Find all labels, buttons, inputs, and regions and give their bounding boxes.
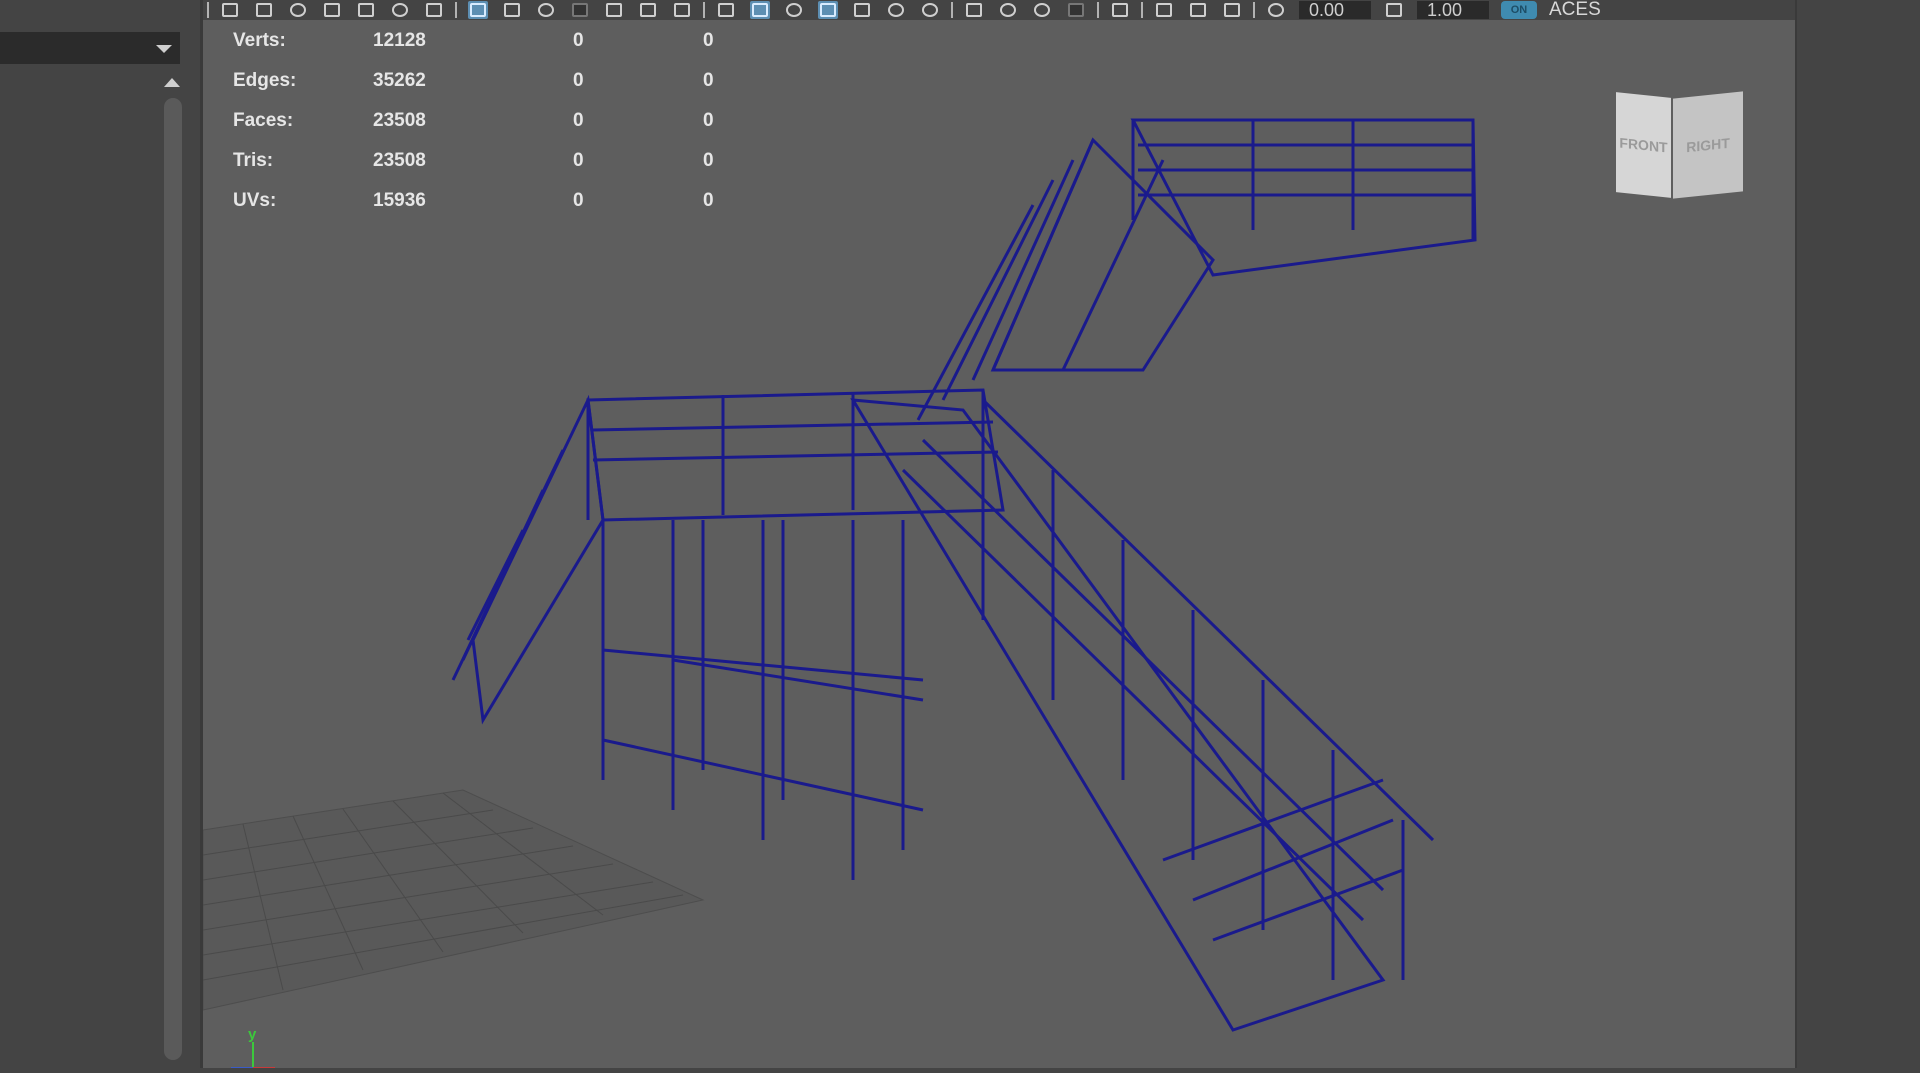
stat-selected: 0 (573, 150, 584, 171)
stat-row: Tris: 23508 0 0 (233, 150, 753, 190)
toolbar-separator (455, 2, 457, 18)
ground-grid (203, 789, 705, 1011)
colorspace-label[interactable]: ACES (1549, 0, 1601, 20)
safe-title-icon[interactable] (672, 1, 692, 19)
stat-selected: 0 (573, 110, 584, 131)
chevron-down-icon[interactable] (156, 45, 172, 53)
stat-value: 15936 (373, 190, 426, 211)
xray-active-components-icon[interactable] (1188, 1, 1208, 19)
scrollbar[interactable] (164, 98, 182, 1060)
toolbar-separator (1141, 2, 1143, 18)
stat-row: Verts: 12128 0 0 (233, 30, 753, 70)
wireframe-on-shaded-icon[interactable] (818, 1, 838, 19)
anti-aliasing-icon[interactable] (1032, 1, 1052, 19)
shadows-icon[interactable] (920, 1, 940, 19)
two-d-pan-zoom-icon[interactable] (390, 1, 410, 19)
stat-triangles: 0 (703, 70, 714, 91)
stat-value: 23508 (373, 150, 426, 171)
xray-joints-icon[interactable] (1222, 1, 1242, 19)
gate-mask-icon[interactable] (570, 1, 590, 19)
toolbar-separator (207, 2, 209, 18)
color-management-toggle[interactable]: ON (1501, 1, 1537, 19)
camera-icon[interactable] (220, 1, 240, 19)
stat-triangles: 0 (703, 190, 714, 211)
stat-label: UVs: (233, 190, 277, 211)
viewport-toolbar: 0.00 1.00 ON ACES (203, 0, 1795, 21)
texture-icon[interactable] (852, 1, 872, 19)
axis-indicator: y (223, 1020, 283, 1069)
motion-blur-icon[interactable] (998, 1, 1018, 19)
film-gate-icon[interactable] (502, 1, 522, 19)
image-plane-icon[interactable] (356, 1, 376, 19)
stat-label: Verts: (233, 30, 286, 51)
toolbar-separator (951, 2, 953, 18)
gamma-field[interactable]: 1.00 (1417, 1, 1489, 19)
ambient-occlusion-icon[interactable] (964, 1, 984, 19)
stat-value: 12128 (373, 30, 426, 51)
field-chart-icon[interactable] (604, 1, 624, 19)
poly-count-hud: Verts: 12128 0 0 Edges: 35262 0 0 Faces:… (233, 30, 753, 230)
view-cube-right[interactable]: RIGHT (1673, 91, 1743, 199)
view-cube-front[interactable]: FRONT (1616, 92, 1671, 198)
wireframe-icon[interactable] (716, 1, 736, 19)
camera-attributes-icon[interactable] (254, 1, 274, 19)
stat-row: UVs: 15936 0 0 (233, 190, 753, 230)
stat-value: 35262 (373, 70, 426, 91)
safe-action-icon[interactable] (638, 1, 658, 19)
lighting-icon[interactable] (886, 1, 906, 19)
stat-value: 23508 (373, 110, 426, 131)
stat-triangles: 0 (703, 30, 714, 51)
stat-triangles: 0 (703, 150, 714, 171)
exposure-icon[interactable] (1266, 1, 1286, 19)
grease-pencil-icon[interactable] (424, 1, 444, 19)
stat-selected: 0 (573, 190, 584, 211)
right-panel (1795, 0, 1920, 1068)
stat-label: Faces: (233, 110, 294, 131)
stat-label: Tris: (233, 150, 274, 171)
axis-y-label: y (248, 1026, 257, 1043)
grid-icon[interactable] (468, 1, 488, 19)
bookmark-camera-icon[interactable] (288, 1, 308, 19)
xray-icon[interactable] (1154, 1, 1174, 19)
depth-of-field-icon[interactable] (1066, 1, 1086, 19)
left-panel (0, 0, 200, 1068)
stat-row: Faces: 23508 0 0 (233, 110, 753, 150)
stat-row: Edges: 35262 0 0 (233, 70, 753, 110)
exposure-field[interactable]: 0.00 (1299, 1, 1371, 19)
stat-label: Edges: (233, 70, 297, 91)
panel-dropdown[interactable] (0, 32, 180, 64)
toolbar-separator (1253, 2, 1255, 18)
view-cube[interactable]: FRONT RIGHT (1616, 91, 1746, 205)
3d-viewport[interactable]: Verts: 12128 0 0 Edges: 35262 0 0 Faces:… (203, 20, 1795, 1069)
isolate-icon[interactable] (1110, 1, 1130, 19)
toolbar-separator (1097, 2, 1099, 18)
stat-selected: 0 (573, 70, 584, 91)
toolbar-separator (703, 2, 705, 18)
gamma-icon[interactable] (1384, 1, 1404, 19)
bookmark-icon[interactable] (322, 1, 342, 19)
stat-selected: 0 (573, 30, 584, 51)
stat-triangles: 0 (703, 110, 714, 131)
default-material-icon[interactable] (784, 1, 804, 19)
scroll-up-arrow-icon[interactable] (164, 78, 180, 87)
resolution-gate-icon[interactable] (536, 1, 556, 19)
smooth-shade-icon[interactable] (750, 1, 770, 19)
